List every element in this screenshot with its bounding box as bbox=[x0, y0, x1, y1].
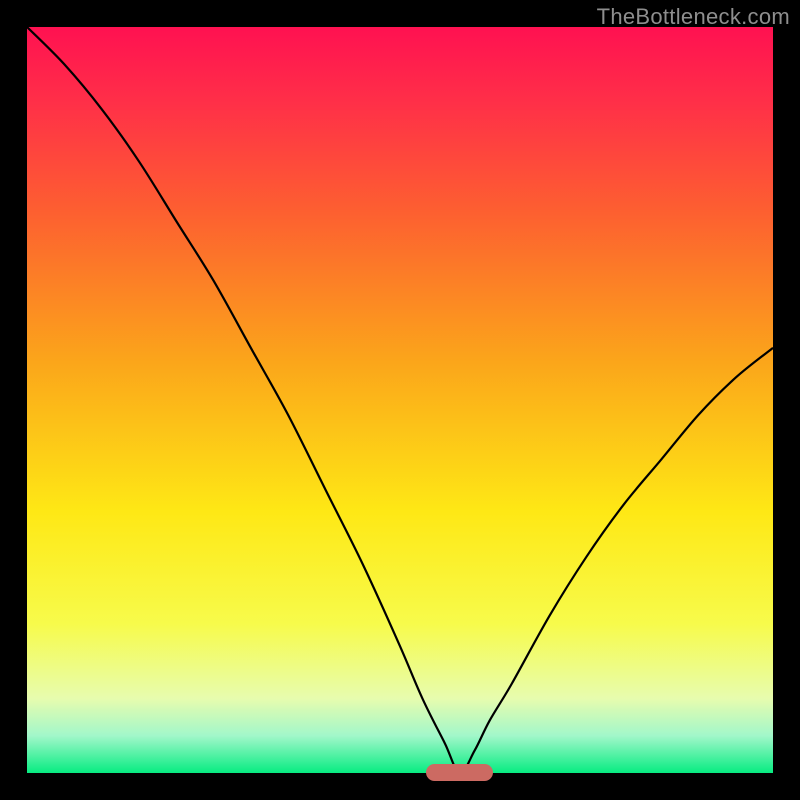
chart-frame: TheBottleneck.com bbox=[0, 0, 800, 800]
gradient-background bbox=[27, 27, 773, 773]
optimal-point-marker bbox=[426, 764, 493, 781]
chart-svg bbox=[27, 27, 773, 773]
plot-area bbox=[27, 27, 773, 773]
